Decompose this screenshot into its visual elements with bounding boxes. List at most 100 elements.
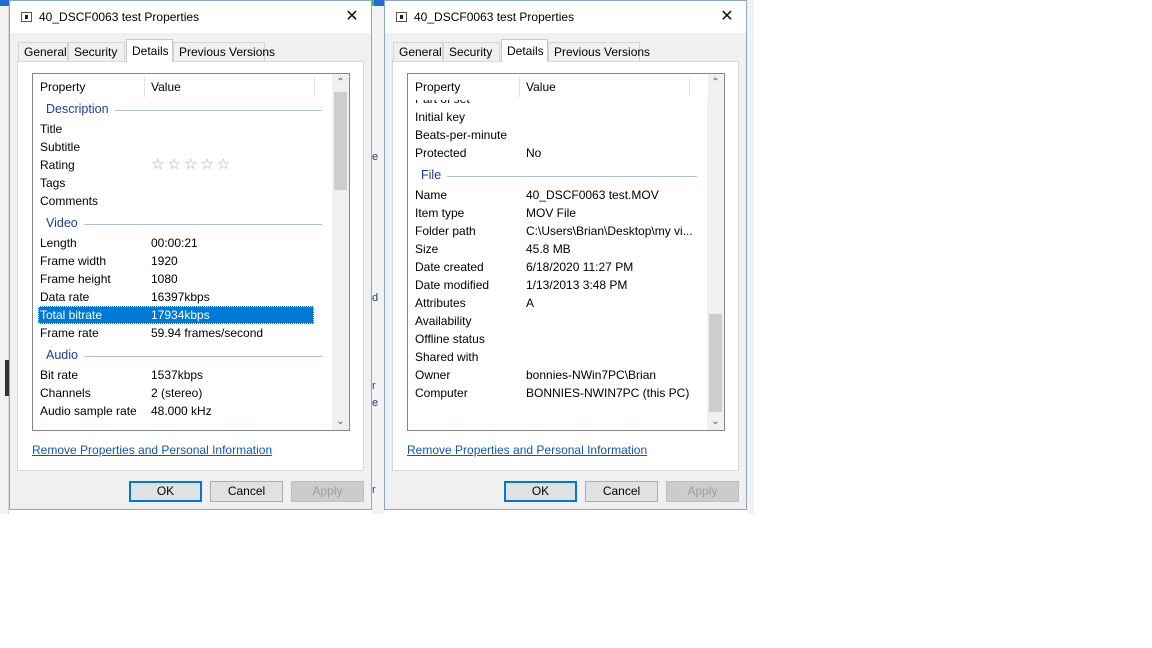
list-item[interactable]: Data rate 16397kbps	[33, 288, 333, 306]
list-item[interactable]: Owner bonnies-NWin7PC\Brian	[408, 366, 708, 384]
list-rows: Description Title Subtitle Rating ☆☆☆☆☆ T…	[33, 100, 333, 430]
group-video: Video	[33, 214, 333, 234]
rating-stars[interactable]: ☆☆☆☆☆	[151, 156, 233, 174]
scroll-down-arrow[interactable]: ⌄	[332, 413, 349, 430]
property-name: Comments	[40, 194, 99, 208]
close-button[interactable]: ✕	[341, 6, 363, 28]
property-name: Length	[40, 236, 77, 250]
list-item[interactable]: Comments	[33, 192, 333, 210]
list-item[interactable]: Initial key	[408, 108, 708, 126]
property-name: Frame rate	[40, 326, 99, 340]
property-value: 16397kbps	[151, 290, 210, 304]
tab-previous-versions[interactable]: Previous Versions	[173, 42, 275, 61]
group-audio: Audio	[33, 346, 333, 366]
scrollbar-thumb[interactable]	[334, 92, 347, 190]
tab-details[interactable]: Details	[501, 39, 548, 62]
chevron-down-icon: ⌄	[711, 416, 720, 427]
apply-button[interactable]: Apply	[666, 481, 739, 502]
property-value: 2 (stereo)	[151, 386, 203, 400]
list-item[interactable]: Date created 6/18/2020 11:27 PM	[408, 258, 708, 276]
list-item[interactable]: Offline status	[408, 330, 708, 348]
scroll-down-arrow[interactable]: ⌄	[707, 413, 724, 430]
column-header-value[interactable]: Value	[144, 74, 314, 100]
list-item-selected[interactable]: Total bitrate 17934kbps	[38, 306, 314, 324]
property-name: Protected	[415, 146, 467, 160]
list-item[interactable]: Size 45.8 MB	[408, 240, 708, 258]
column-divider[interactable]	[689, 77, 690, 97]
list-item[interactable]: Length 00:00:21	[33, 234, 333, 252]
property-value: 40_DSCF0063 test.MOV	[526, 188, 659, 202]
property-name: Bit rate	[40, 368, 79, 382]
property-value: 1537kbps	[151, 368, 204, 382]
list-rows: Part of set Initial key Beats-per-minute…	[408, 100, 708, 430]
column-divider[interactable]	[314, 77, 315, 97]
scroll-up-arrow[interactable]: ⌃	[332, 74, 349, 91]
list-item[interactable]: Frame height 1080	[33, 270, 333, 288]
vertical-scrollbar[interactable]: ⌃ ⌄	[332, 74, 349, 430]
properties-list[interactable]: Property Value Part of set Initial key B…	[407, 73, 725, 431]
list-item[interactable]: Tags	[33, 174, 333, 192]
property-name: Date created	[415, 260, 484, 274]
title-bar[interactable]: 40_DSCF0063 test Properties ✕	[10, 1, 371, 33]
list-item[interactable]: Protected No	[408, 144, 708, 162]
title-bar[interactable]: 40_DSCF0063 test Properties ✕	[385, 1, 746, 33]
list-item[interactable]: Computer BONNIES-NWIN7PC (this PC)	[408, 384, 708, 402]
property-name: Part of set	[415, 100, 470, 108]
property-name: Name	[415, 188, 448, 202]
property-value: 1/13/2013 3:48 PM	[526, 278, 628, 292]
apply-button[interactable]: Apply	[291, 481, 364, 502]
background-glyph: r	[372, 484, 376, 496]
list-item[interactable]: Folder path C:\Users\Brian\Desktop\my vi.…	[408, 222, 708, 240]
scroll-up-arrow[interactable]: ⌃	[707, 74, 724, 91]
properties-list[interactable]: Property Value Description Title Subtitl…	[32, 73, 350, 431]
property-value: BONNIES-NWIN7PC (this PC)	[526, 386, 690, 400]
list-item[interactable]: Availability	[408, 312, 708, 330]
column-header-property[interactable]: Property	[33, 74, 144, 100]
list-header: Property Value	[33, 74, 333, 100]
column-header-property[interactable]: Property	[408, 74, 519, 100]
list-item[interactable]: Bit rate 1537kbps	[33, 366, 333, 384]
property-value: 1080	[151, 272, 178, 286]
list-item[interactable]: Title	[33, 120, 333, 138]
remove-properties-link[interactable]: Remove Properties and Personal Informati…	[32, 443, 272, 457]
background-gap	[372, 6, 384, 514]
tab-general[interactable]: General	[18, 42, 68, 61]
list-item[interactable]: Part of set	[408, 100, 708, 108]
list-item[interactable]: Shared with	[408, 348, 708, 366]
scrollbar-thumb[interactable]	[709, 314, 722, 412]
tab-general[interactable]: General	[393, 42, 443, 61]
tab-security[interactable]: Security	[443, 42, 500, 61]
dialog-title: 40_DSCF0063 test Properties	[39, 10, 200, 24]
property-value: 48.000 kHz	[151, 404, 212, 418]
list-item[interactable]: Item type MOV File	[408, 204, 708, 222]
tab-details[interactable]: Details	[126, 39, 173, 62]
property-value: MOV File	[526, 206, 577, 220]
column-header-value[interactable]: Value	[519, 74, 689, 100]
vertical-scrollbar[interactable]: ⌃ ⌄	[707, 74, 724, 430]
property-name: Subtitle	[40, 140, 81, 154]
property-name: Frame height	[40, 272, 111, 286]
remove-properties-link[interactable]: Remove Properties and Personal Informati…	[407, 443, 647, 457]
property-name: Rating	[40, 158, 75, 172]
property-value: 6/18/2020 11:27 PM	[526, 260, 634, 274]
cancel-button[interactable]: Cancel	[585, 481, 658, 502]
property-name: Attributes	[415, 296, 466, 310]
tab-previous-versions[interactable]: Previous Versions	[548, 42, 650, 61]
list-item[interactable]: Frame width 1920	[33, 252, 333, 270]
list-item[interactable]: Rating ☆☆☆☆☆	[33, 156, 333, 174]
list-item[interactable]: Date modified 1/13/2013 3:48 PM	[408, 276, 708, 294]
list-item[interactable]: Attributes A	[408, 294, 708, 312]
list-item[interactable]: Name 40_DSCF0063 test.MOV	[408, 186, 708, 204]
ok-button[interactable]: OK	[504, 481, 577, 502]
list-item[interactable]: Audio sample rate 48.000 kHz	[33, 402, 333, 420]
property-value: bonnies-NWin7PC\Brian	[526, 368, 657, 382]
close-button[interactable]: ✕	[716, 6, 738, 28]
ok-button[interactable]: OK	[129, 481, 202, 502]
cancel-button[interactable]: Cancel	[210, 481, 283, 502]
list-item[interactable]: Beats-per-minute	[408, 126, 708, 144]
list-item[interactable]: Subtitle	[33, 138, 333, 156]
chevron-up-icon: ⌃	[711, 77, 720, 88]
list-item[interactable]: Channels 2 (stereo)	[33, 384, 333, 402]
tab-security[interactable]: Security	[68, 42, 125, 61]
list-item[interactable]: Frame rate 59.94 frames/second	[33, 324, 333, 342]
